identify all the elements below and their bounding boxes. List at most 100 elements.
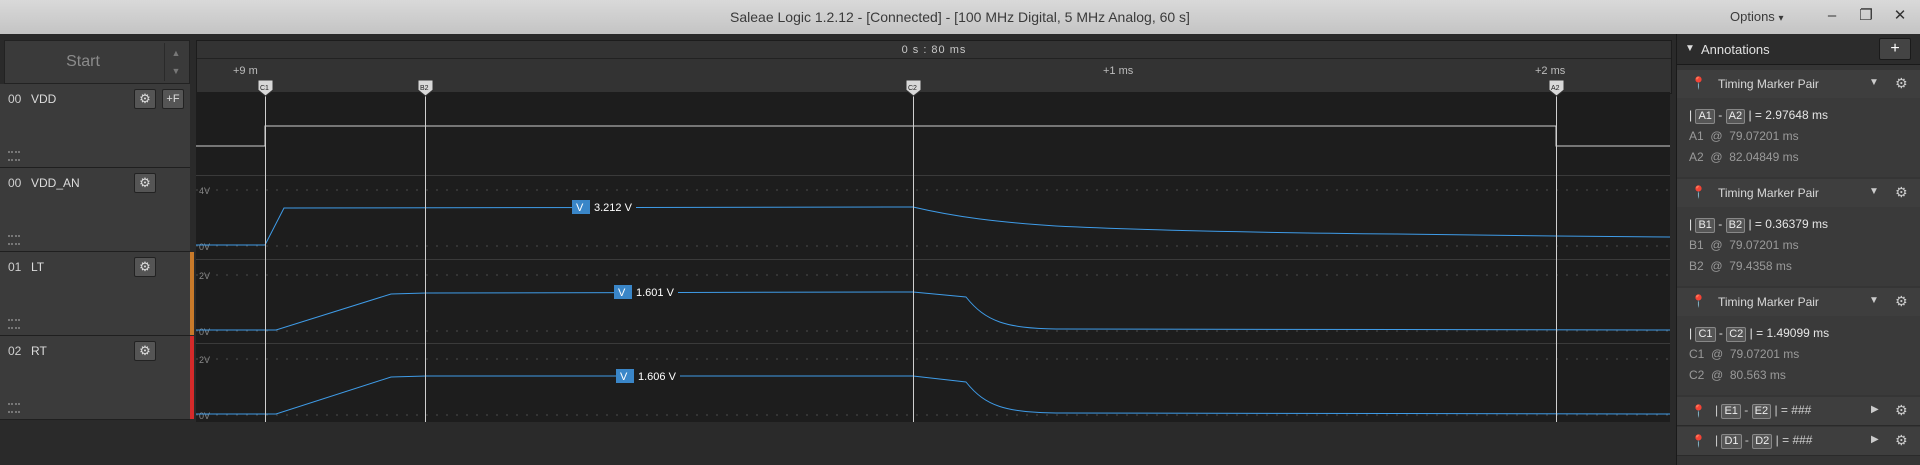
options-menu[interactable]: Options ▾ [1730, 9, 1783, 24]
pair-marker-1-time: C1 @ 79.07201 ms [1689, 347, 1800, 361]
channel-lt[interactable]: 01 LT ⚙ [0, 252, 190, 336]
pin-icon[interactable]: 📍 [1691, 76, 1706, 90]
gear-icon[interactable]: ⚙ [134, 89, 156, 109]
start-label: Start [66, 53, 100, 70]
marker-label: C1 [260, 85, 269, 92]
measurement-value: 1.606 V [638, 371, 677, 383]
annotations-header[interactable]: ▼ Annotations + [1677, 34, 1920, 65]
measurement-lt[interactable]: V 1.601 V [614, 285, 678, 299]
marker-flag-b2[interactable]: B2 [417, 79, 434, 97]
axis-label: 2V [199, 355, 210, 365]
expand-arrow-icon[interactable]: ▶ [1871, 434, 1879, 445]
axis-label: 0V [199, 327, 210, 337]
timeline-tick: +9 m [233, 65, 258, 77]
options-label: Options [1730, 9, 1775, 24]
gear-icon[interactable]: ⚙ [134, 341, 156, 361]
marker-label: B2 [420, 85, 429, 92]
pair-delta: | C1 - C2 | = 1.49099 ms [1689, 326, 1830, 342]
axis-label: 0V [199, 411, 210, 421]
drag-handle-icon[interactable] [8, 235, 20, 245]
chevron-down-icon: ▾ [1778, 13, 1784, 24]
measurement-vdd-an[interactable]: V 3.212 V [572, 200, 636, 214]
pair-marker-2-time: B2 @ 79.4358 ms [1689, 259, 1792, 273]
marker-flag-c1[interactable]: C1 [257, 79, 274, 97]
pin-icon[interactable]: 📍 [1691, 185, 1706, 199]
channel-name[interactable]: VDD_AN [31, 176, 80, 190]
channel-number: 02 [8, 344, 22, 358]
marker-flags[interactable]: C1 B2 C2 A2 [196, 78, 1670, 100]
minimize-button[interactable]: – [1818, 4, 1846, 28]
channel-vdd[interactable]: 00 VDD ⚙ +F [0, 84, 190, 168]
gear-icon[interactable]: ⚙ [1895, 293, 1908, 310]
close-button[interactable]: ✕ [1886, 4, 1914, 28]
channel-name[interactable]: LT [31, 260, 44, 274]
pair-title: Timing Marker Pair [1718, 77, 1819, 91]
measurement-badge: V [618, 287, 626, 299]
chevron-down-icon[interactable]: ▼ [1869, 295, 1879, 306]
collapse-triangle-icon[interactable]: ▼ [1685, 43, 1695, 54]
timeline-center-time: 0 s : 80 ms [901, 44, 967, 56]
gear-icon[interactable]: ⚙ [1895, 184, 1908, 201]
expand-arrow-icon[interactable]: ▶ [1871, 404, 1879, 415]
timing-marker-pair-c: 📍 Timing Marker Pair ▼ ⚙ | C1 - C2 | = 1… [1677, 288, 1920, 395]
capture-pane: Start ▲ ▼ 0 s : 80 ms +9 m +1 ms +2 ms 0… [0, 34, 1676, 465]
measurement-badge: V [620, 371, 628, 383]
gear-icon[interactable]: ⚙ [1895, 402, 1908, 419]
chevron-down-icon[interactable]: ▼ [1869, 77, 1879, 88]
channel-name[interactable]: VDD [31, 92, 56, 106]
channel-vdd-an[interactable]: 00 VDD_AN ⚙ [0, 168, 190, 252]
channel-number: 01 [8, 260, 22, 274]
gear-icon[interactable]: ⚙ [134, 257, 156, 277]
gear-icon[interactable]: ⚙ [1895, 432, 1908, 449]
pair-title: Timing Marker Pair [1718, 186, 1819, 200]
pair-marker-1-time: A1 @ 79.07201 ms [1689, 129, 1799, 143]
axis-label: 2V [199, 271, 210, 281]
marker-flag-c2[interactable]: C2 [905, 79, 922, 97]
axis-label: 0V [199, 242, 210, 252]
pair-marker-2-time: A2 @ 82.04849 ms [1689, 150, 1799, 164]
maximize-button[interactable]: ❐ [1852, 4, 1880, 28]
channel-rt[interactable]: 02 RT ⚙ [0, 336, 190, 420]
measurement-badge: V [576, 202, 584, 214]
channel-number: 00 [8, 92, 22, 106]
status-area [0, 422, 1676, 465]
timing-marker-pair-e[interactable]: 📍 | E1 - E2 | = ### ▶ ⚙ [1677, 397, 1920, 426]
channel-name[interactable]: RT [31, 344, 47, 358]
measurement-value: 3.212 V [594, 202, 633, 214]
start-spinner[interactable]: ▲ ▼ [164, 43, 187, 81]
measurement-rt[interactable]: V 1.606 V [616, 369, 680, 383]
drag-handle-icon[interactable] [8, 319, 20, 329]
pin-icon[interactable]: 📍 [1691, 404, 1706, 418]
axis-label: 4V [199, 186, 210, 196]
timeline-tick: +1 ms [1103, 65, 1134, 77]
timeline-tick: +2 ms [1535, 65, 1566, 77]
drag-handle-icon[interactable] [8, 151, 20, 161]
start-button[interactable]: Start ▲ ▼ [4, 40, 190, 84]
gear-icon[interactable]: ⚙ [134, 173, 156, 193]
pair-marker-1-time: B1 @ 79.07201 ms [1689, 238, 1799, 252]
waveform-area[interactable]: 4V 0V 2V 0V 2V 0V V 3.212 V V 1.601 V V … [196, 92, 1670, 422]
pair-title: Timing Marker Pair [1718, 295, 1819, 309]
marker-label: A2 [1551, 85, 1560, 92]
marker-label: C2 [908, 85, 917, 92]
spin-up-icon[interactable]: ▲ [165, 48, 187, 58]
title-bar: Saleae Logic 1.2.12 - [Connected] - [100… [0, 0, 1920, 35]
marker-flag-a2[interactable]: A2 [1548, 79, 1565, 97]
drag-handle-icon[interactable] [8, 403, 20, 413]
pair-delta: | A1 - A2 | = 2.97648 ms [1689, 108, 1828, 124]
add-annotation-button[interactable]: + [1879, 38, 1911, 60]
chevron-down-icon[interactable]: ▼ [1869, 186, 1879, 197]
spin-down-icon[interactable]: ▼ [165, 66, 187, 76]
timing-marker-pair-a: 📍 Timing Marker Pair ▼ ⚙ | A1 - A2 | = 2… [1677, 70, 1920, 177]
timing-marker-pair-b: 📍 Timing Marker Pair ▼ ⚙ | B1 - B2 | = 0… [1677, 179, 1920, 286]
pin-icon[interactable]: 📍 [1691, 294, 1706, 308]
gear-icon[interactable]: ⚙ [1895, 75, 1908, 92]
pin-icon[interactable]: 📍 [1691, 434, 1706, 448]
annotations-panel: ▼ Annotations + 📍 Timing Marker Pair ▼ ⚙… [1676, 34, 1920, 465]
pair-marker-2-time: C2 @ 80.563 ms [1689, 368, 1786, 382]
channel-color-strip-lt [190, 252, 194, 335]
timing-marker-pair-d[interactable]: 📍 | D1 - D2 | = ### ▶ ⚙ [1677, 427, 1920, 456]
measurement-value: 1.601 V [636, 287, 675, 299]
pair-delta: | B1 - B2 | = 0.36379 ms [1689, 217, 1828, 233]
trigger-edge-icon[interactable]: +F [162, 89, 184, 109]
